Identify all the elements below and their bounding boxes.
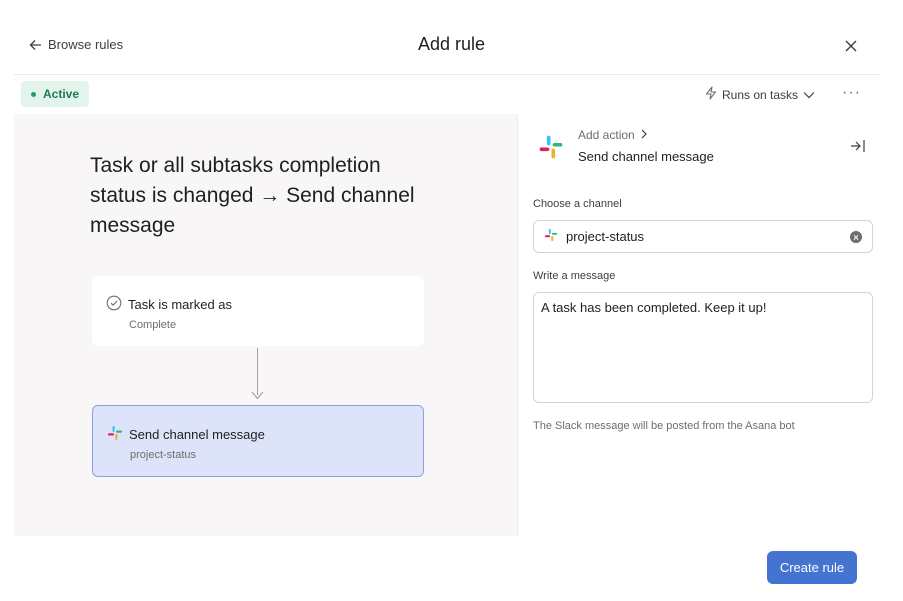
status-label: Active	[43, 87, 80, 101]
status-dot-icon	[31, 91, 36, 97]
channel-label: Choose a channel	[533, 198, 622, 210]
message-textarea[interactable]: A task has been completed. Keep it up!	[533, 292, 873, 403]
action-config-panel: Add action Send channel message Choose a…	[517, 114, 880, 536]
trigger-title: Task is marked as	[128, 297, 233, 312]
rule-canvas: Task or all subtasks completion status i…	[14, 114, 517, 536]
message-label: Write a message	[533, 270, 616, 282]
panel-title: Send channel message	[578, 149, 714, 164]
action-title: Send channel message	[129, 427, 265, 442]
add-action-breadcrumb[interactable]: Add action	[578, 128, 647, 142]
connector-line	[257, 348, 258, 395]
action-subtitle: project-status	[130, 449, 197, 461]
create-rule-button[interactable]: Create rule	[767, 551, 857, 584]
channel-select[interactable]: project-status	[533, 220, 873, 253]
clear-channel-icon[interactable]	[850, 231, 862, 243]
header: Browse rules Add rule	[0, 0, 903, 74]
page-title: Add rule	[417, 34, 486, 54]
lightning-icon	[705, 86, 717, 103]
action-node[interactable]: Send channel message project-status	[92, 405, 424, 477]
slack-bot-hint: The Slack message will be posted from th…	[533, 420, 795, 432]
status-badge: Active	[21, 81, 90, 107]
add-action-label: Add action	[578, 128, 635, 142]
chevron-right-icon	[641, 128, 647, 142]
slack-icon	[538, 134, 564, 160]
collapse-panel-icon[interactable]	[850, 139, 866, 158]
slack-icon	[544, 228, 558, 245]
trigger-node[interactable]: Task is marked as Complete	[92, 276, 424, 346]
channel-value: project-status	[566, 229, 645, 244]
arrow-down-icon	[251, 391, 264, 400]
more-options-icon[interactable]: ···	[842, 85, 861, 101]
rule-summary-heading: Task or all subtasks completion status i…	[90, 154, 415, 237]
check-circle-icon	[106, 295, 122, 314]
trigger-subtitle: Complete	[129, 319, 177, 331]
runs-on-label: Runs on tasks	[722, 87, 799, 102]
runs-on-dropdown[interactable]: Runs on tasks	[705, 86, 815, 103]
close-icon[interactable]	[843, 38, 859, 54]
slack-icon	[107, 425, 123, 444]
rule-toolbar: Active Runs on tasks ···	[14, 74, 880, 114]
chevron-down-icon	[803, 88, 815, 102]
